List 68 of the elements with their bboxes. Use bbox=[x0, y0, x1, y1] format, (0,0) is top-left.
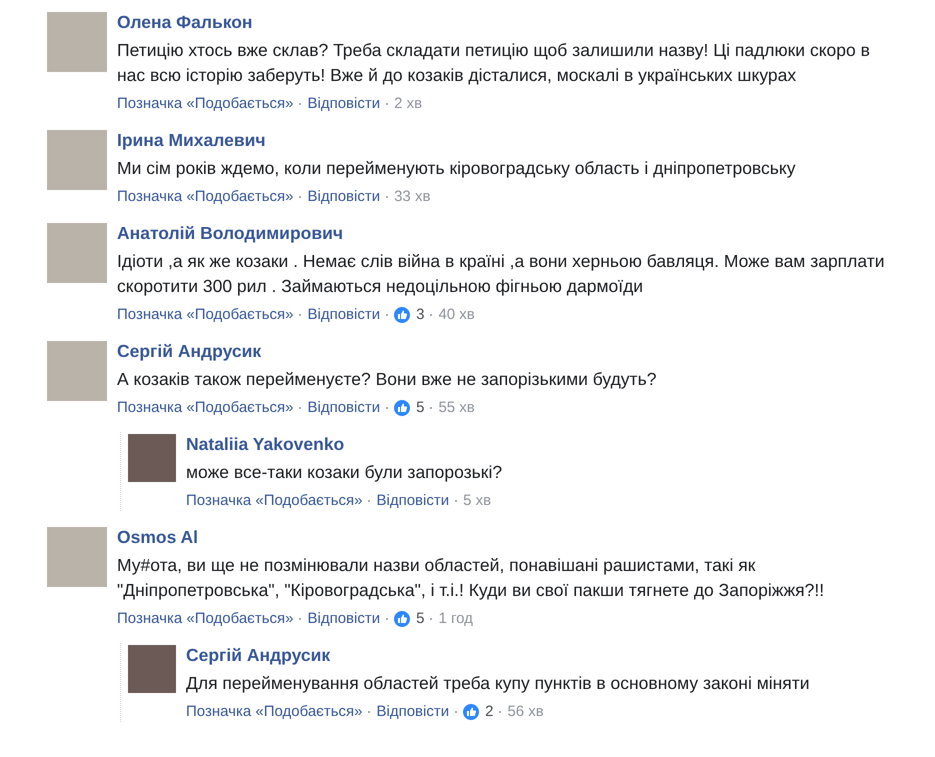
comment-time: 55 хв bbox=[438, 398, 475, 418]
comment-text: Ми сім років ждемо, коли перейменують кіровоградську область і дніпропетровську bbox=[117, 157, 796, 180]
reply-link[interactable]: Відповісти bbox=[307, 609, 380, 629]
author-name[interactable]: Анатолій Володимирович bbox=[117, 221, 343, 245]
thumbs-up-icon bbox=[394, 307, 410, 323]
like-link[interactable]: Позначка «Подобається» bbox=[117, 609, 294, 629]
comment-time: 56 хв bbox=[507, 702, 544, 722]
comment-text: Ідіоти ,а як же козаки . Немає слів війна в країні ,а вони херньою бавляця. Може вам зарплати скоротити 300 рил . Займаються недоцільною фігньою дармоїди bbox=[117, 250, 886, 298]
reply-link[interactable]: Відповісти bbox=[307, 187, 380, 207]
separator-dot bbox=[368, 500, 370, 502]
reply-link[interactable]: Відповісти bbox=[376, 702, 450, 722]
author-name[interactable]: Osmos Al bbox=[117, 525, 198, 549]
comment-time: 1 год bbox=[438, 609, 473, 629]
author-name[interactable]: Сергій Андрусик bbox=[117, 339, 262, 363]
separator-dot bbox=[430, 314, 432, 316]
separator-dot bbox=[386, 618, 388, 620]
separator-dot bbox=[299, 103, 302, 105]
separator-dot bbox=[455, 500, 458, 502]
separator-dot bbox=[430, 407, 432, 409]
thumbs-up-icon bbox=[463, 704, 480, 720]
avatar-photo-placeholder bbox=[128, 645, 176, 693]
like-count: 5 bbox=[416, 609, 424, 629]
avatar-photo-placeholder bbox=[47, 12, 107, 72]
reply-link[interactable]: Відповісти bbox=[307, 398, 380, 418]
like-link[interactable]: Позначка «Подобається» bbox=[117, 398, 294, 418]
separator-dot bbox=[299, 618, 302, 620]
separator-dot bbox=[386, 103, 388, 105]
avatar-photo-placeholder bbox=[47, 130, 107, 190]
comment-text: може все-таки козаки були запорозькі? bbox=[186, 461, 502, 484]
comment-time: 33 хв bbox=[394, 187, 430, 207]
author-name[interactable]: Ірина Михалевич bbox=[117, 128, 266, 152]
author-name[interactable]: Сергій Андрусик bbox=[186, 643, 330, 667]
thumbs-up-icon bbox=[394, 400, 410, 416]
like-link[interactable]: Позначка «Подобається» bbox=[186, 702, 362, 722]
avatar-photo-placeholder bbox=[47, 527, 107, 587]
separator-dot bbox=[386, 407, 388, 409]
comment-text: Петицію хтось вже склав? Треба складати петицію щоб залишили назву! Ці падлюки скоро в нас всю історію заберуть! Вже й до козаків дісталися, москалі в українських шкурах bbox=[117, 39, 871, 87]
like-count: 5 bbox=[416, 398, 424, 418]
separator-dot bbox=[386, 314, 388, 316]
like-count: 3 bbox=[416, 305, 424, 325]
like-link[interactable]: Позначка «Подобається» bbox=[117, 187, 294, 207]
like-link[interactable]: Позначка «Подобається» bbox=[117, 94, 294, 114]
separator-dot bbox=[299, 196, 302, 198]
reply-link[interactable]: Відповісти bbox=[307, 94, 380, 114]
separator-dot bbox=[455, 711, 458, 713]
author-name[interactable]: Nataliia Yakovenko bbox=[186, 432, 344, 456]
separator-dot bbox=[368, 711, 370, 713]
like-link[interactable]: Позначка «Подобається» bbox=[186, 491, 362, 511]
like-count: 2 bbox=[485, 702, 494, 722]
separator-dot bbox=[499, 711, 502, 713]
reply-link[interactable]: Відповісти bbox=[307, 305, 380, 325]
separator-dot bbox=[299, 407, 302, 409]
avatar-photo-placeholder bbox=[47, 223, 107, 283]
comment-time: 40 хв bbox=[438, 305, 475, 325]
comment-text: Для перейменування областей треба купу пунктів в основному законі міняти bbox=[186, 672, 810, 695]
comment-text: Му#ота, ви ще не позмінювали назви областей, понавішані рашистами, такі як "Дніпропетровська", "Кіровоградська", і т.і.! Куди ви свої пакши тягнете до Запоріжжя?!! bbox=[117, 554, 826, 602]
avatar-photo-placeholder bbox=[128, 434, 176, 482]
thumbs-up-icon bbox=[394, 611, 410, 627]
separator-dot bbox=[430, 618, 432, 620]
comment-time: 5 хв bbox=[463, 491, 492, 511]
comment-text: А козаків також перейменуєте? Вони вже не запорізькими будуть? bbox=[117, 368, 656, 391]
author-name[interactable]: Олена Фалькон bbox=[117, 10, 252, 34]
comment-time: 2 хв bbox=[394, 94, 422, 114]
separator-dot bbox=[299, 314, 302, 316]
avatar-photo-placeholder bbox=[47, 341, 107, 401]
like-link[interactable]: Позначка «Подобається» bbox=[117, 305, 294, 325]
reply-link[interactable]: Відповісти bbox=[376, 491, 450, 511]
separator-dot bbox=[386, 196, 388, 198]
